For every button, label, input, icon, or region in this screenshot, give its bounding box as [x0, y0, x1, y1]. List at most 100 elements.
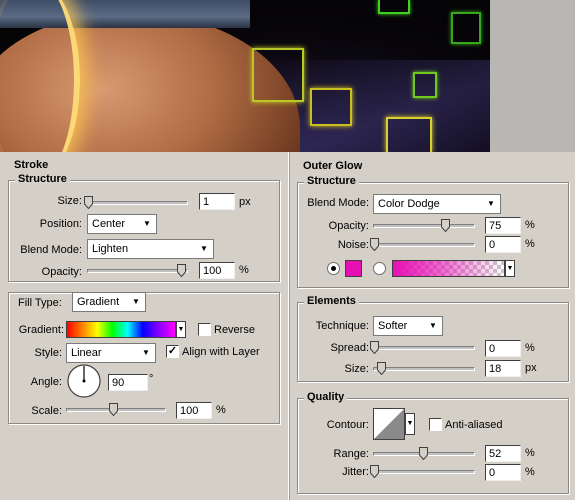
- chevron-down-icon[interactable]: ▼: [405, 413, 415, 435]
- stroke-opacity-input[interactable]: 100: [199, 262, 235, 279]
- glow-size-slider[interactable]: [373, 362, 475, 375]
- jitter-unit: %: [525, 466, 535, 478]
- anti-aliased-label: Anti-aliased: [445, 419, 503, 431]
- gray-area: [490, 0, 575, 152]
- range-input[interactable]: 52: [485, 445, 521, 462]
- scale-label: Scale:: [31, 405, 62, 417]
- stroke-title: Stroke: [14, 159, 49, 171]
- glow-gradient-swatch[interactable]: [392, 260, 505, 277]
- anti-aliased-checkbox[interactable]: [429, 418, 442, 431]
- glow-square: [413, 72, 437, 98]
- glow-square: [386, 117, 432, 152]
- stroke-opacity-unit: %: [239, 264, 249, 276]
- align-with-layer-label: Align with Layer: [182, 346, 260, 358]
- solid-color-radio[interactable]: [327, 262, 340, 275]
- technique-label: Technique:: [315, 320, 369, 332]
- reverse-label: Reverse: [214, 324, 255, 336]
- reverse-checkbox[interactable]: [198, 323, 211, 336]
- stroke-position-label: Position:: [39, 218, 82, 230]
- spread-input[interactable]: 0: [485, 340, 521, 357]
- slider-knob-icon[interactable]: [177, 264, 186, 277]
- jitter-slider[interactable]: [370, 465, 475, 478]
- glow-color-swatch[interactable]: [345, 260, 362, 277]
- contour-label: Contour:: [326, 419, 369, 431]
- stroke-position-select[interactable]: Center ▼: [87, 214, 157, 234]
- stroke-gradient-swatch[interactable]: [66, 321, 176, 338]
- stroke-position-value: Center: [92, 218, 126, 230]
- spread-label: Spread:: [330, 342, 369, 354]
- slider-knob-icon[interactable]: [376, 362, 386, 375]
- chevron-down-icon[interactable]: ▼: [176, 321, 186, 338]
- contour-preview-icon[interactable]: [373, 408, 405, 440]
- chevron-down-icon[interactable]: ▼: [198, 243, 210, 255]
- stroke-size-label: Size:: [57, 195, 82, 207]
- chevron-down-icon[interactable]: ▼: [427, 320, 439, 332]
- glow-size-input[interactable]: 18: [485, 360, 521, 377]
- chevron-down-icon[interactable]: ▼: [485, 198, 497, 210]
- slider-knob-icon[interactable]: [370, 465, 379, 478]
- glow-noise-label: Noise:: [337, 239, 369, 251]
- glow-noise-unit: %: [525, 238, 535, 250]
- glow-elements-title: Elements: [304, 295, 359, 307]
- align-with-layer-checkbox[interactable]: ✓: [166, 345, 179, 358]
- glow-square: [451, 12, 481, 44]
- glow-opacity-input[interactable]: 75: [485, 217, 521, 234]
- technique-select[interactable]: Softer ▼: [373, 316, 443, 336]
- slider-knob-icon[interactable]: [109, 403, 118, 416]
- fill-type-value: Gradient: [77, 296, 120, 308]
- gradient-label: Gradient:: [18, 324, 64, 336]
- style-value: Linear: [71, 347, 102, 359]
- glow-blend-value: Color Dodge: [378, 198, 440, 210]
- stroke-size-unit: px: [239, 196, 251, 208]
- chevron-down-icon[interactable]: ▼: [140, 347, 152, 359]
- glow-opacity-slider[interactable]: [373, 219, 475, 232]
- stroke-size-slider[interactable]: [84, 196, 188, 209]
- slider-knob-icon[interactable]: [370, 238, 379, 251]
- range-unit: %: [525, 447, 535, 459]
- spread-unit: %: [525, 342, 535, 354]
- glow-structure-title: Structure: [304, 175, 359, 187]
- glow-opacity-unit: %: [525, 219, 535, 231]
- glow-blend-select[interactable]: Color Dodge ▼: [373, 194, 501, 214]
- range-label: Range:: [333, 448, 369, 460]
- slider-knob-icon[interactable]: [84, 196, 93, 209]
- glow-noise-input[interactable]: 0: [485, 236, 521, 253]
- light-streak: [0, 0, 80, 152]
- stroke-blend-label: Blend Mode:: [20, 244, 82, 256]
- glow-square: [252, 48, 304, 102]
- angle-dial-icon[interactable]: [66, 363, 102, 399]
- stroke-opacity-slider[interactable]: [87, 264, 188, 277]
- gradient-radio[interactable]: [373, 262, 386, 275]
- stroke-opacity-label: Opacity:: [41, 266, 82, 278]
- chevron-down-icon[interactable]: ▼: [130, 296, 142, 308]
- glow-square: [378, 0, 410, 14]
- scale-slider[interactable]: [66, 403, 166, 416]
- range-slider[interactable]: [373, 447, 475, 460]
- style-select[interactable]: Linear ▼: [66, 343, 156, 363]
- jitter-label: Jitter:: [342, 466, 369, 478]
- glow-noise-slider[interactable]: [370, 238, 475, 251]
- slider-knob-icon[interactable]: [370, 341, 379, 354]
- glow-blend-label: Blend Mode:: [307, 197, 369, 209]
- angle-unit: °: [149, 373, 154, 385]
- scale-unit: %: [216, 404, 226, 416]
- chevron-down-icon[interactable]: ▼: [505, 260, 515, 277]
- fill-type-select[interactable]: Gradient ▼: [72, 292, 146, 312]
- stroke-blend-select[interactable]: Lighten ▼: [87, 239, 214, 259]
- slider-knob-icon[interactable]: [418, 447, 428, 460]
- stroke-panel: Stroke Structure Size: 1 px Position: Ce…: [0, 152, 288, 500]
- glow-size-unit: px: [525, 362, 537, 374]
- stroke-structure-title: Structure: [15, 173, 70, 185]
- chevron-down-icon[interactable]: ▼: [141, 218, 153, 230]
- scale-input[interactable]: 100: [176, 402, 212, 419]
- stroke-size-input[interactable]: 1: [199, 193, 235, 210]
- glow-quality-title: Quality: [304, 391, 348, 403]
- style-label: Style:: [34, 347, 62, 359]
- canvas-image: [0, 0, 575, 152]
- spread-slider[interactable]: [370, 341, 475, 354]
- angle-label: Angle:: [30, 376, 62, 388]
- glow-square: [310, 88, 352, 126]
- angle-input[interactable]: 90: [108, 374, 148, 391]
- slider-knob-icon[interactable]: [440, 219, 450, 232]
- jitter-input[interactable]: 0: [485, 464, 521, 481]
